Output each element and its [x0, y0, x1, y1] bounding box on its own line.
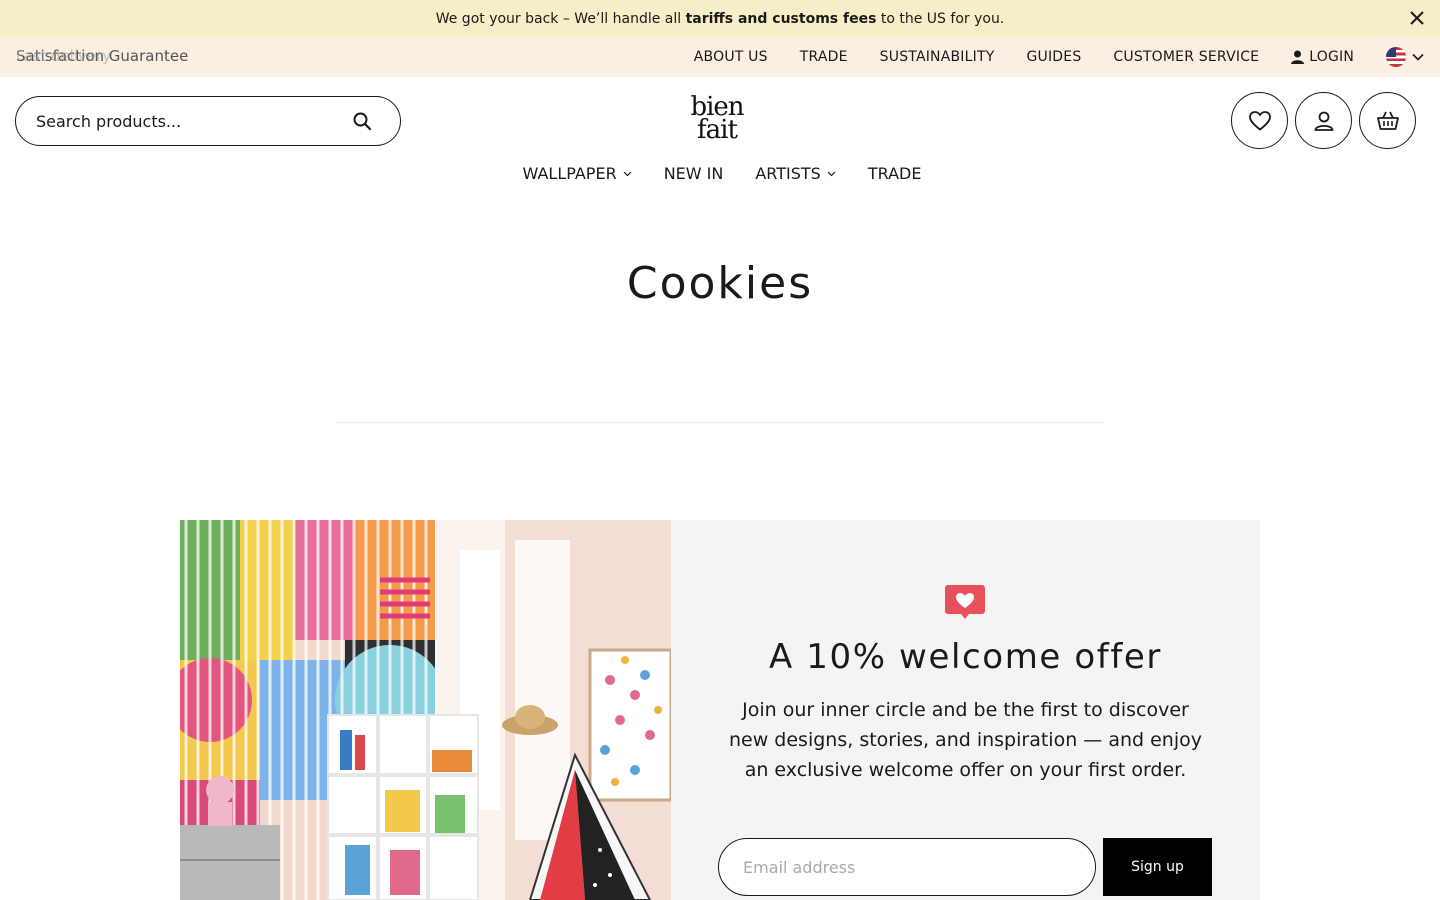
email-field-wrapper [718, 838, 1096, 896]
brand-logo[interactable]: bien fait [686, 94, 748, 148]
cart-button[interactable] [1359, 92, 1416, 149]
search-input[interactable] [36, 111, 352, 131]
logo-line-2: fait [697, 115, 738, 145]
utility-link-guides[interactable]: GUIDES [1026, 49, 1081, 65]
account-button[interactable] [1295, 92, 1352, 149]
nav-item-label: TRADE [867, 164, 922, 183]
chevron-down-icon [623, 171, 632, 176]
nav-item-label: WALLPAPER [522, 164, 617, 183]
user-icon [1291, 50, 1305, 64]
usp-ticker: Fast delivery Satisfaction Guarantee [16, 47, 188, 65]
email-field[interactable] [743, 857, 1071, 877]
close-icon[interactable] [1408, 9, 1426, 27]
basket-icon [1376, 111, 1399, 130]
newsletter-panel: A 10% welcome offer Join our inner circl… [671, 520, 1260, 900]
locale-selector[interactable] [1386, 47, 1424, 67]
kids-room-photo [180, 520, 671, 900]
login-label: LOGIN [1309, 49, 1354, 65]
search-icon[interactable] [352, 111, 372, 131]
nav-item-wallpaper[interactable]: WALLPAPER [523, 164, 632, 183]
signup-button[interactable]: Sign up [1103, 838, 1212, 896]
login-link[interactable]: LOGIN [1291, 49, 1354, 65]
utility-link-trade[interactable]: TRADE [800, 49, 848, 65]
usp-ticker-previous: Fast delivery [16, 47, 112, 65]
nav-item-trade[interactable]: TRADE [868, 164, 922, 183]
us-flag-icon [1386, 47, 1406, 67]
heart-chat-icon [945, 585, 985, 619]
page-title: Cookies [626, 258, 814, 309]
newsletter-promo: A 10% welcome offer Join our inner circl… [180, 520, 1260, 900]
utility-nav: ABOUT US TRADE SUSTAINABILITY GUIDES CUS… [694, 37, 1354, 77]
utility-bar: Fast delivery Satisfaction Guarantee ABO… [0, 37, 1440, 77]
promo-heading: A 10% welcome offer [769, 637, 1162, 677]
nav-item-new-in[interactable]: NEW IN [664, 164, 724, 183]
announcement-bar: We got your back – We’ll handle all tari… [0, 0, 1440, 37]
utility-link-about-us[interactable]: ABOUT US [694, 49, 768, 65]
main-nav: WALLPAPER NEW IN ARTISTS TRADE [0, 164, 1440, 183]
utility-link-sustainability[interactable]: SUSTAINABILITY [880, 49, 995, 65]
announcement-highlight: tariffs and customs fees [685, 10, 877, 27]
wishlist-button[interactable] [1231, 92, 1288, 149]
search-bar [15, 96, 401, 146]
promo-body: Join our inner circle and be the first t… [729, 699, 1202, 781]
nav-item-label: ARTISTS [755, 164, 821, 183]
section-divider [336, 422, 1104, 423]
chevron-down-icon [1412, 53, 1424, 61]
chevron-down-icon [827, 171, 836, 176]
nav-item-label: NEW IN [663, 164, 724, 183]
nav-item-artists[interactable]: ARTISTS [755, 164, 836, 183]
announcement-text: We got your back – We’ll handle all tari… [435, 10, 1005, 27]
user-icon [1314, 111, 1333, 131]
utility-link-customer-service[interactable]: CUSTOMER SERVICE [1113, 49, 1259, 65]
heart-icon [1248, 110, 1271, 131]
